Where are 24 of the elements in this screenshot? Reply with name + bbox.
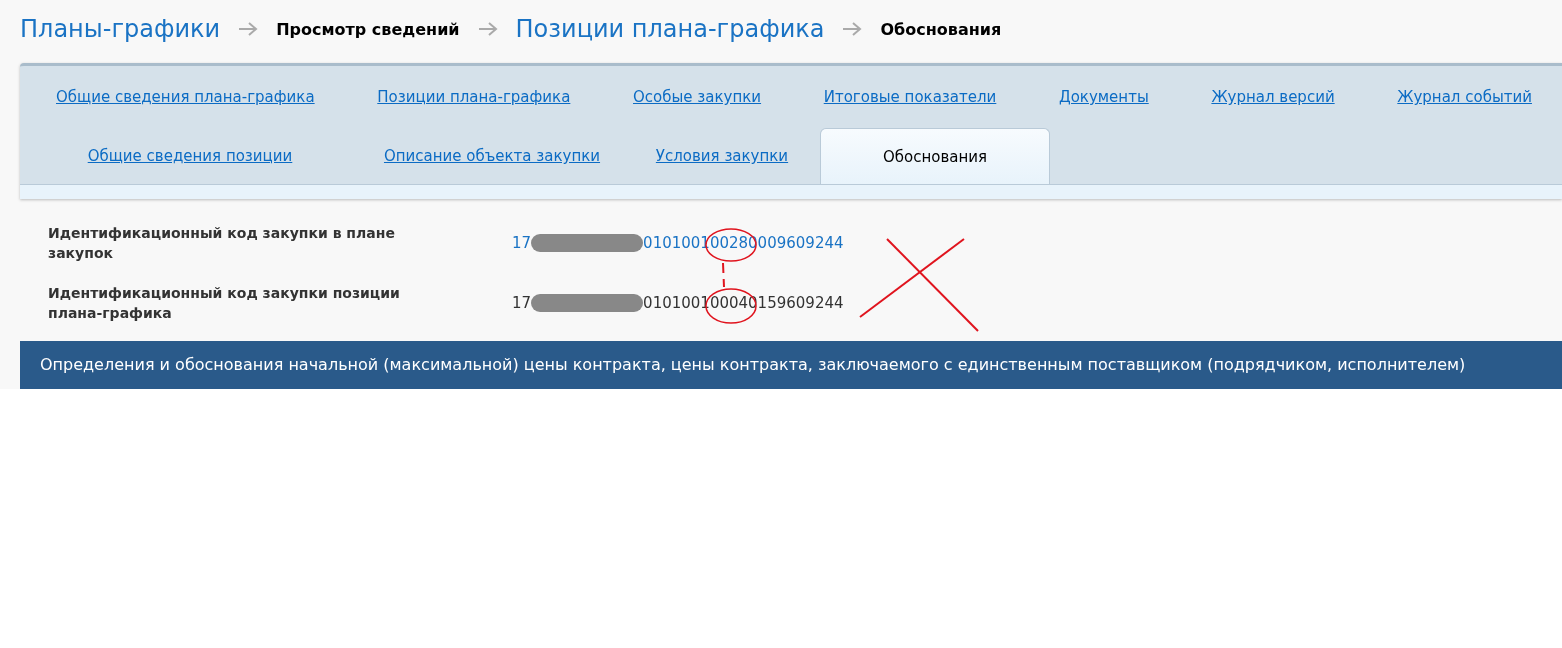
tab-link[interactable]: Условия закупки xyxy=(655,147,789,165)
tab-link[interactable]: Итоговые показатели xyxy=(823,88,997,106)
tab[interactable]: Обоснования xyxy=(820,128,1050,184)
arrow-icon xyxy=(842,21,863,37)
tab-link[interactable]: Особые закупки xyxy=(633,88,762,106)
arrow-icon xyxy=(238,21,259,37)
arrow-icon xyxy=(477,21,498,37)
code-value: 17 xyxy=(512,294,532,312)
code-link[interactable]: 17 xyxy=(512,234,532,252)
field-label: Идентификационный код закупки в плане закупок xyxy=(48,224,396,263)
breadcrumb-link[interactable]: Позиции плана-графика xyxy=(515,15,825,43)
connector-line xyxy=(722,262,725,288)
breadcrumb-link[interactable]: Планы-графики xyxy=(20,15,221,43)
tab-link[interactable]: Журнал событий xyxy=(1397,88,1532,106)
tab-link[interactable]: Общие сведения позиции xyxy=(87,147,293,165)
tab-link[interactable]: Журнал версий xyxy=(1211,88,1335,106)
tab-link[interactable]: Общие сведения плана-графика xyxy=(56,88,315,106)
tab-link[interactable]: Документы xyxy=(1058,88,1149,106)
breadcrumb-current: Обоснования xyxy=(880,19,1002,39)
breadcrumb-current: Просмотр сведений xyxy=(276,19,460,39)
tab-link[interactable]: Позиции плана-графика xyxy=(377,88,571,106)
field-label: Идентификационный код закупки позиции плана-графика xyxy=(48,284,401,323)
tab-link[interactable]: Описание объекта закупки xyxy=(383,147,601,165)
section-header: Определения и обоснования начальной (максимальной) цены контракта, цены контракта, заключаемого с единственным поставщиком (подрядчиком, исполнителем) xyxy=(20,341,1562,389)
